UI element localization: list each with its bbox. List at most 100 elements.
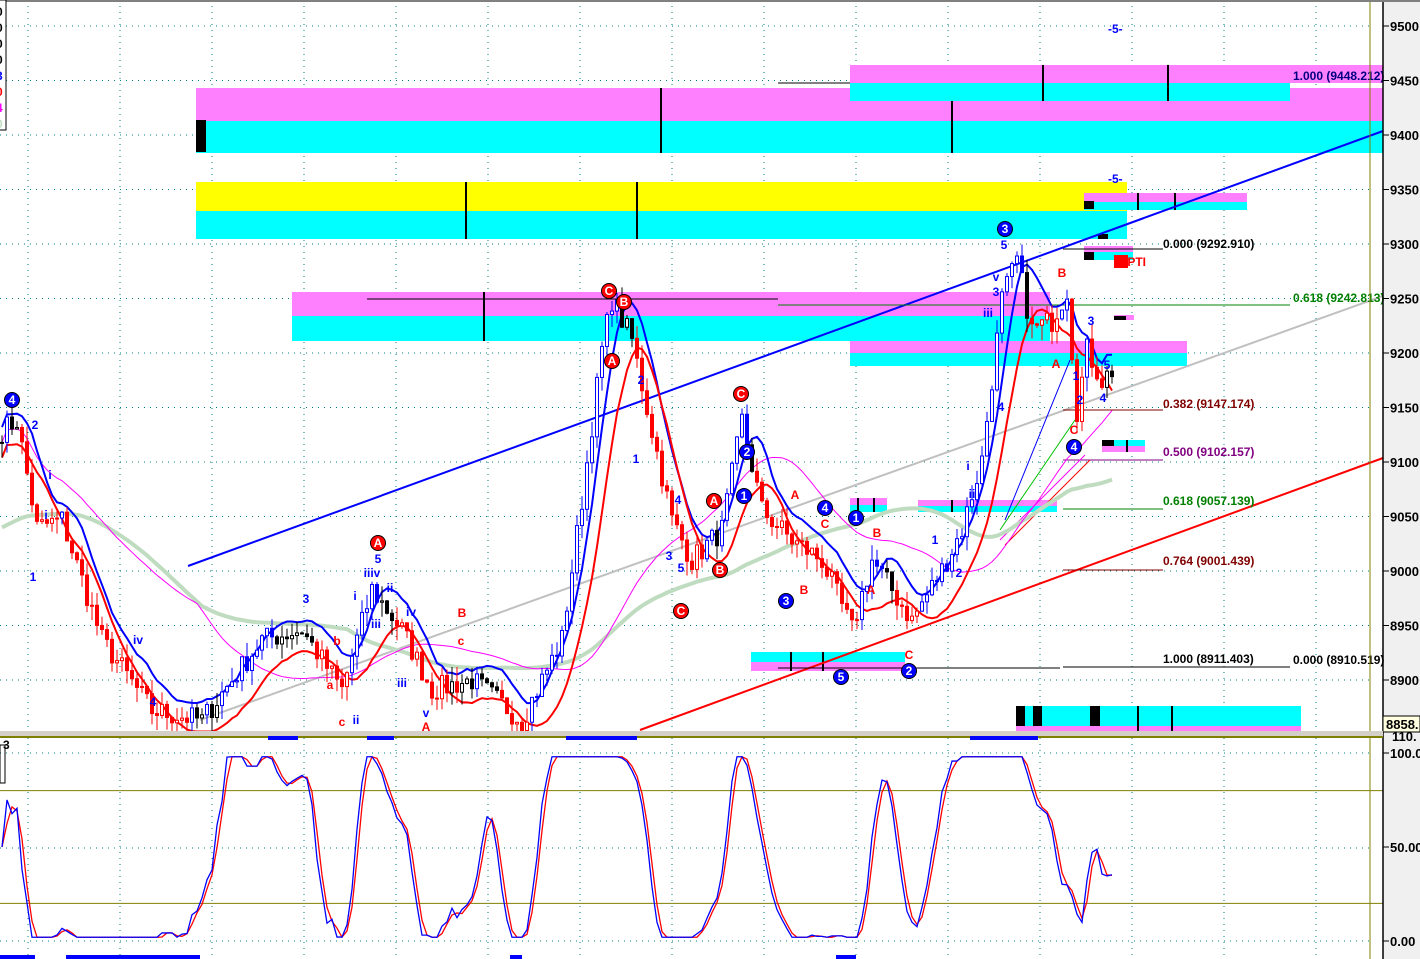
wave-label: 1 [853,511,860,525]
wave-label: iii [371,617,381,631]
zone-marker [1114,316,1126,320]
price-zone [1102,446,1145,452]
osc-tick-label: 50.00 [1390,840,1420,855]
candle-body [1070,298,1074,361]
candle-body [670,490,674,516]
candle-body [545,669,549,675]
wave5-label: -5- [1108,22,1123,36]
candle-body [690,560,694,570]
wave-label: 4 [150,695,157,709]
candle-body [85,574,89,606]
candle-body [830,571,834,577]
candle-body [305,633,309,638]
price-zone [850,83,1290,101]
candle-body [30,472,34,506]
price-tick-label: 8900 [1390,673,1419,688]
period-marker [970,736,1038,740]
candle-body [995,332,999,391]
candle-body [875,559,879,567]
candle-body [435,697,439,700]
candle-body [770,516,774,527]
candle-body [550,654,554,671]
candle-body [860,590,864,621]
candle-body [775,525,779,529]
candle-body [840,582,844,604]
candle-body [245,656,249,672]
candle-body [560,630,564,657]
price-zone [196,211,1127,239]
partial-axis-label: 110. [1392,729,1417,744]
candle-body [35,504,39,522]
price-tick-label: 9250 [1390,292,1419,307]
wave-label: v [993,270,1000,284]
price-tick-label: 9400 [1390,128,1419,143]
price-zone [196,182,1127,211]
candle-body [685,539,689,562]
candle-body [695,544,699,570]
price-zone [292,292,1050,316]
candle-body [945,563,949,572]
candle-body [5,416,9,443]
candle-body [360,611,364,636]
candle-body [135,678,139,688]
legend-digit: 4 [0,101,3,115]
candle-body [745,413,749,446]
fib-label: 0.618 (9057.139) [1163,494,1254,508]
candle-body [0,441,4,444]
candle-body [540,673,544,698]
candle-body [645,390,649,415]
candle-body [600,345,604,378]
candle-body [1005,276,1009,293]
candle-body [1000,291,1004,334]
zone-marker [1016,706,1025,726]
oscillator-panel [0,755,1383,939]
wave-label: 5 [838,670,845,684]
candle-body [140,685,144,688]
candle-body [1085,338,1089,378]
candle-body [225,686,229,693]
candle-body [605,314,609,347]
candle-body [95,604,99,626]
candle-body [850,608,854,621]
candle-body [90,604,94,607]
candle-body [320,649,324,660]
elliott-wave-chart: 4ACBAC21ABC3415 23421iiiv435iiiviiiiviiii… [0,0,1420,959]
candle-body [785,520,789,535]
candle-body [815,547,819,560]
wave-label: C [737,387,746,401]
zone-marker [1084,201,1094,209]
candle-body [415,651,419,660]
wave-label: B [458,606,467,620]
candle-body [915,610,919,617]
wave-label: i [966,459,969,473]
candle-body [700,544,704,560]
candle-body [1065,298,1069,311]
candle-body [405,622,409,632]
candle-body [400,622,404,627]
candle-body [240,656,244,682]
candle-body [315,641,319,660]
candle-body [575,525,579,574]
wave-label: 3 [666,549,673,563]
period-marker [367,736,394,740]
candle-body [680,524,684,541]
period-marker [0,955,35,959]
candle-body [200,714,204,719]
candle-body [110,638,114,664]
candle-body [900,604,904,607]
candle-body [275,636,279,645]
candle-body [390,612,394,621]
candle-body [515,721,519,725]
wave-label: A [710,494,719,508]
candle-body [565,610,569,632]
wave-label: 5 [678,561,685,575]
wave-label: A [1052,357,1061,371]
candle-body [75,552,79,561]
candle-body [1095,366,1099,380]
osc-tick-label: 0.00 [1390,934,1415,949]
candle-body [940,563,944,583]
candle-body [725,493,729,521]
wave-label: 1 [633,452,640,466]
candle-body [965,506,969,538]
wave-label: C [677,604,686,618]
